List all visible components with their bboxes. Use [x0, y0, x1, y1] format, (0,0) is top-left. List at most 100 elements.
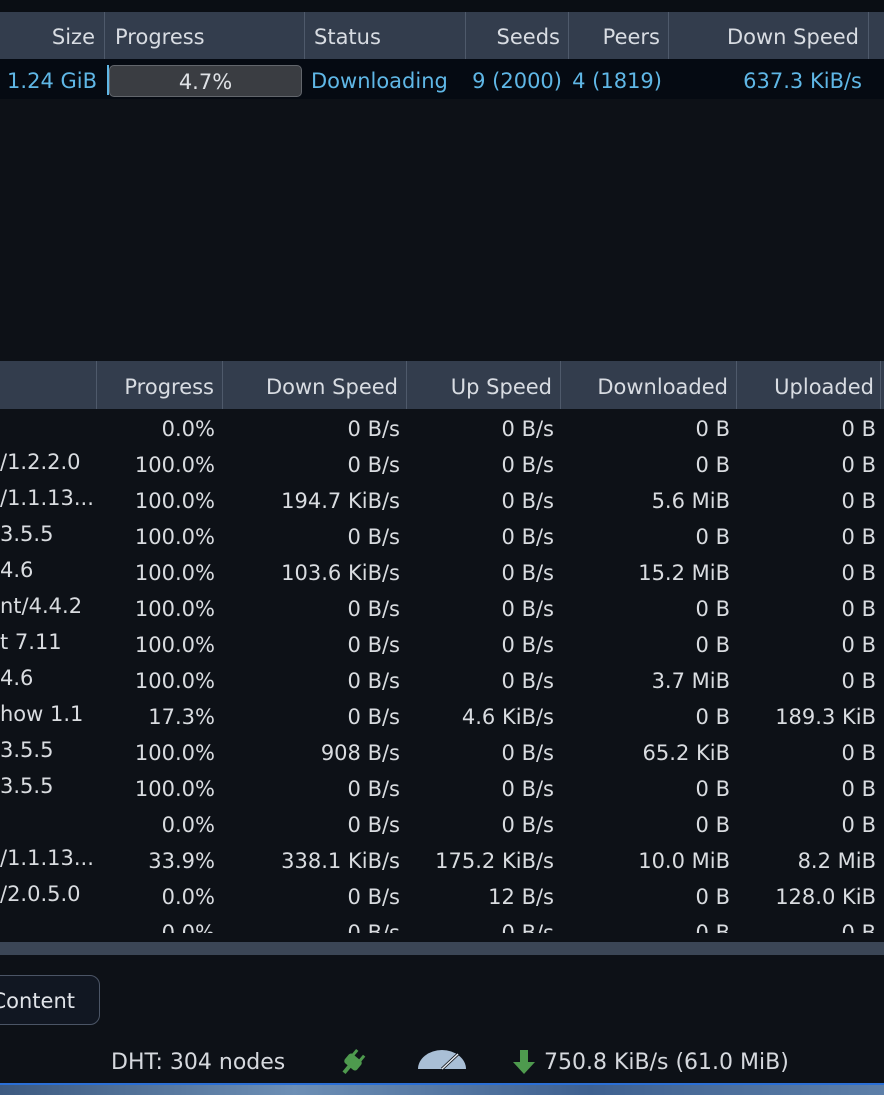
peer-up-speed: 0 B/s [501, 777, 554, 801]
dht-status: DHT: 304 nodes [111, 1050, 286, 1075]
peer-downloaded: 5.6 MiB [651, 489, 730, 513]
peer-uploaded: 0 B [841, 453, 876, 477]
peer-downloaded: 0 B [695, 417, 730, 441]
peer-downloaded: 0 B [695, 633, 730, 657]
peer-downloaded: 0 B [695, 597, 730, 621]
peer-up-speed: 0 B/s [501, 921, 554, 933]
peer-row[interactable]: /2.0.5.0 0.0% 0 B/s 12 B/s 0 B 128.0 KiB [0, 877, 884, 913]
peers-table-header: Progress Down Speed Up Speed Downloaded … [0, 361, 884, 409]
torrent-seeds: 9 (2000) [472, 69, 562, 93]
peer-row[interactable]: /1.2.2.0 100.0% 0 B/s 0 B/s 0 B 0 B [0, 445, 884, 481]
peer-row[interactable]: 4.6 100.0% 0 B/s 0 B/s 3.7 MiB 0 B [0, 661, 884, 697]
peer-progress: 100.0% [134, 597, 215, 621]
peer-client: /1.2.2.0 [0, 450, 81, 474]
peer-client: 4.6 [0, 558, 34, 582]
peer-client: 4.6 [0, 666, 34, 690]
torrent-size: 1.24 GiB [7, 69, 97, 93]
download-arrow-icon [510, 1048, 538, 1080]
torrent-list-empty-area[interactable] [0, 99, 884, 361]
peer-uploaded: 0 B [841, 561, 876, 585]
horizontal-scrollbar[interactable] [0, 942, 884, 955]
peer-uploaded: 0 B [841, 741, 876, 765]
peer-row[interactable]: 0.0% 0 B/s 0 B/s 0 B 0 B [0, 409, 884, 445]
column-header-size[interactable]: Size [0, 12, 97, 59]
peer-row[interactable]: nt/4.4.2 100.0% 0 B/s 0 B/s 0 B 0 B [0, 589, 884, 625]
peer-down-speed: 0 B/s [347, 633, 400, 657]
peer-uploaded: 0 B [841, 669, 876, 693]
peer-column-progress[interactable]: Progress [97, 361, 214, 409]
peer-row[interactable]: 4.6 100.0% 103.6 KiB/s 0 B/s 15.2 MiB 0 B [0, 553, 884, 589]
column-divider[interactable] [868, 12, 869, 59]
peer-client: t 7.11 [0, 630, 62, 654]
peer-uploaded: 0 B [841, 813, 876, 837]
column-header-down-speed[interactable]: Down Speed [669, 12, 859, 59]
column-header-progress[interactable]: Progress [115, 12, 205, 59]
peer-row[interactable]: 0.0% 0 B/s 0 B/s 0 B 0 B [0, 805, 884, 841]
column-header-status[interactable]: Status [314, 12, 381, 59]
peer-client: how 1.1 [0, 702, 84, 726]
peer-row[interactable]: 3.5.5 100.0% 0 B/s 0 B/s 0 B 0 B [0, 769, 884, 805]
peer-progress: 100.0% [134, 669, 215, 693]
column-header-seeds[interactable]: Seeds [466, 12, 560, 59]
peer-up-speed: 0 B/s [501, 489, 554, 513]
peer-column-downloaded[interactable]: Downloaded [561, 361, 728, 409]
peer-column-up-speed[interactable]: Up Speed [407, 361, 552, 409]
peer-client: 3.5.5 [0, 774, 54, 798]
taskbar [0, 1085, 884, 1095]
top-strip [0, 0, 884, 12]
peer-client: nt/4.4.2 [0, 594, 83, 618]
peer-uploaded: 0 B [841, 525, 876, 549]
peer-downloaded: 0 B [695, 885, 730, 909]
speedometer-icon[interactable] [416, 1048, 468, 1074]
peer-downloaded: 0 B [695, 921, 730, 933]
peer-uploaded: 0 B [841, 489, 876, 513]
peer-client: /1.1.13... [0, 846, 94, 870]
peer-progress: 100.0% [134, 561, 215, 585]
progress-text: 4.7% [178, 70, 233, 94]
peer-uploaded: 0 B [841, 777, 876, 801]
peer-downloaded: 0 B [695, 525, 730, 549]
peer-downloaded: 15.2 MiB [638, 561, 730, 585]
peer-progress: 0.0% [161, 813, 215, 837]
peer-up-speed: 12 B/s [488, 885, 554, 909]
torrent-row[interactable]: 1.24 GiB 4.7% Downloading 9 (2000) 4 (18… [0, 59, 884, 99]
peer-row[interactable]: t 7.11 100.0% 0 B/s 0 B/s 0 B 0 B [0, 625, 884, 661]
peer-row[interactable]: 0.0% 0 B/s 0 B/s 0 B 0 B [0, 913, 884, 933]
column-header-peers[interactable]: Peers [569, 12, 660, 59]
peer-progress: 100.0% [134, 777, 215, 801]
peer-column-uploaded[interactable]: Uploaded [737, 361, 874, 409]
peer-progress: 0.0% [161, 885, 215, 909]
peer-downloaded: 0 B [695, 453, 730, 477]
peer-progress: 33.9% [148, 849, 215, 873]
peer-down-speed: 0 B/s [347, 885, 400, 909]
torrent-table-header: Size Progress Status Seeds Peers Down Sp… [0, 12, 884, 59]
peer-row[interactable]: /1.1.13... 100.0% 194.7 KiB/s 0 B/s 5.6 MiB 0… [0, 481, 884, 517]
peer-up-speed: 0 B/s [501, 417, 554, 441]
peer-uploaded: 128.0 KiB [775, 885, 876, 909]
peer-uploaded: 0 B [841, 633, 876, 657]
peer-row[interactable]: how 1.1 17.3% 0 B/s 4.6 KiB/s 0 B 189.3 KiB [0, 697, 884, 733]
peer-row[interactable]: 3.5.5 100.0% 908 B/s 0 B/s 65.2 KiB 0 B [0, 733, 884, 769]
transfer-status: 750.8 KiB/s (61.0 MiB) [544, 1050, 789, 1075]
column-divider[interactable] [304, 12, 305, 59]
peer-client [0, 409, 96, 445]
tab-content[interactable]: Content [0, 975, 100, 1025]
peer-uploaded: 0 B [841, 921, 876, 933]
peer-row[interactable]: /1.1.13... 33.9% 338.1 KiB/s 175.2 KiB/s 10.… [0, 841, 884, 877]
peer-progress: 100.0% [134, 633, 215, 657]
column-divider[interactable] [880, 361, 881, 409]
peer-down-speed: 908 B/s [320, 741, 400, 765]
column-divider[interactable] [104, 12, 105, 59]
peer-column-down-speed[interactable]: Down Speed [223, 361, 398, 409]
peer-progress: 100.0% [134, 489, 215, 513]
peer-row[interactable]: 3.5.5 100.0% 0 B/s 0 B/s 0 B 0 B [0, 517, 884, 553]
torrent-down-speed: 637.3 KiB/s [743, 69, 862, 93]
torrent-peers: 4 (1819) [572, 69, 662, 93]
peer-down-speed: 0 B/s [347, 813, 400, 837]
peer-up-speed: 0 B/s [501, 453, 554, 477]
peer-down-speed: 0 B/s [347, 705, 400, 729]
plug-icon[interactable] [337, 1047, 369, 1081]
peer-downloaded: 3.7 MiB [651, 669, 730, 693]
peer-down-speed: 103.6 KiB/s [281, 561, 400, 585]
peer-client: /1.1.13... [0, 486, 94, 510]
